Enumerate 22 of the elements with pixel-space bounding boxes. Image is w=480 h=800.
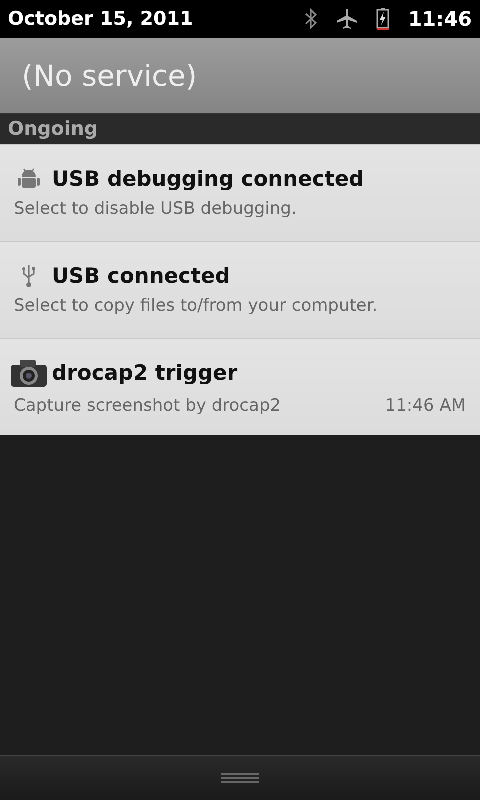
battery-charging-icon — [376, 7, 390, 31]
usb-icon — [21, 264, 37, 288]
drag-handle[interactable] — [0, 755, 480, 800]
notification-title: USB connected — [52, 264, 230, 288]
notification-item[interactable]: drocap2 trigger Capture screenshot by drocap2 11:46 AM — [0, 338, 480, 435]
android-icon — [17, 168, 41, 190]
carrier-label: (No service) — [22, 58, 198, 92]
airplane-icon — [336, 8, 358, 30]
status-date: October 15, 2011 — [8, 8, 194, 30]
notification-time: 11:46 AM — [385, 396, 466, 416]
camera-icon — [10, 358, 48, 388]
status-time: 11:46 — [408, 7, 472, 31]
bluetooth-icon — [304, 8, 318, 30]
notification-text: Select to copy files to/from your computer. — [14, 296, 378, 316]
grip-icon — [221, 772, 259, 784]
notification-text: Capture screenshot by drocap2 — [14, 396, 282, 416]
notification-item[interactable]: USB connected Select to copy files to/from your computer. — [0, 241, 480, 338]
section-title: Ongoing — [8, 118, 98, 140]
notification-title: USB debugging connected — [52, 167, 364, 191]
notification-title: drocap2 trigger — [52, 361, 238, 385]
notification-item[interactable]: USB debugging connected Select to disable USB debugging. — [0, 144, 480, 241]
notification-text: Select to disable USB debugging. — [14, 199, 297, 219]
